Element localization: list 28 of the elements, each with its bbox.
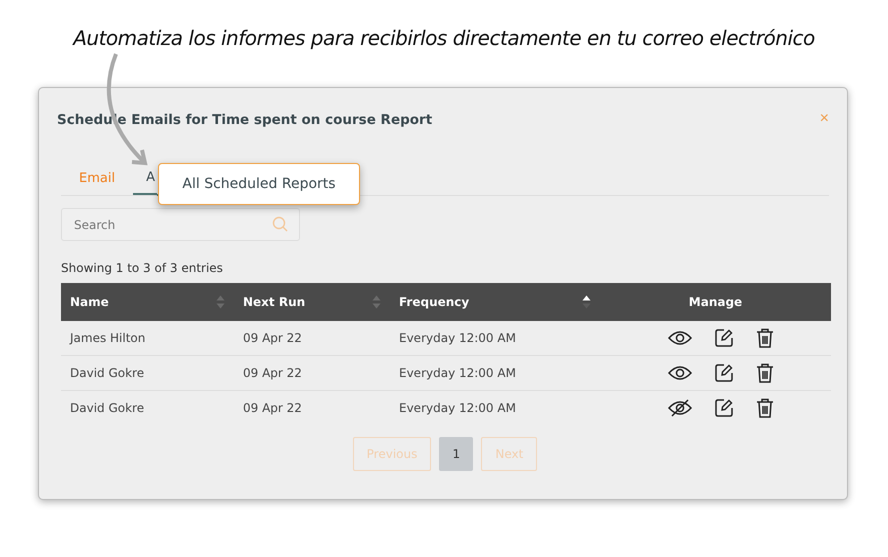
table-cell: Everyday 12:00 AM <box>399 401 516 415</box>
table-cell: Everyday 12:00 AM <box>399 366 516 380</box>
eye-slash-icon[interactable] <box>668 399 692 417</box>
edit-icon[interactable] <box>714 363 734 383</box>
annotation-caption: Automatiza los informes para recibirlos directamente en tu correo electrónico <box>71 26 816 50</box>
table-cell: David Gokre <box>70 401 144 415</box>
trash-icon[interactable] <box>756 363 774 383</box>
table-cell: 09 Apr 22 <box>243 331 302 345</box>
search-field[interactable]: Search <box>61 208 300 241</box>
table-cell: David Gokre <box>70 366 144 380</box>
trash-icon[interactable] <box>756 328 774 348</box>
trash-icon[interactable] <box>756 398 774 418</box>
column-header[interactable]: Name <box>61 283 234 321</box>
page-button[interactable]: 1 <box>439 437 474 471</box>
table-cell: James Hilton <box>70 331 146 345</box>
edit-icon[interactable] <box>714 398 734 418</box>
column-header[interactable]: Next Run <box>234 283 390 321</box>
search-icon <box>272 216 288 232</box>
table-cell: Everyday 12:00 AM <box>399 331 516 345</box>
column-header[interactable]: Frequency <box>390 283 600 321</box>
table-cell: 09 Apr 22 <box>243 401 302 415</box>
entries-info: Showing 1 to 3 of 3 entries <box>61 261 224 275</box>
column-header[interactable]: Manage <box>600 283 831 321</box>
table-cell: 09 Apr 22 <box>243 366 302 380</box>
eye-icon[interactable] <box>668 330 692 346</box>
edit-icon[interactable] <box>714 328 734 348</box>
eye-icon[interactable] <box>668 365 692 381</box>
callout-tooltip: All Scheduled Reports <box>158 163 360 205</box>
